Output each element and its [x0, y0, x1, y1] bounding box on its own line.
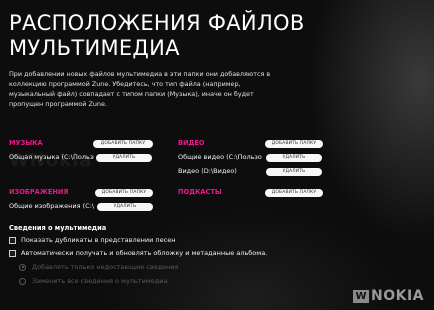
show-duplicates-label: Показать дубликаты в представлении песен	[21, 236, 176, 244]
images-section-title: ИЗОБРАЖЕНИЯ	[9, 188, 69, 196]
nokia-logo: W NOKIA	[353, 288, 424, 304]
auto-update-artwork-checkbox[interactable]	[9, 249, 16, 257]
video-folder-path-2: Видео (D:\Видео)	[178, 167, 237, 175]
add-missing-info-option[interactable]: Добавлять только недостающие сведения	[19, 262, 179, 272]
add-missing-info-radio[interactable]	[19, 263, 26, 271]
auto-update-artwork-option[interactable]: Автоматически получать и обновлять облож…	[9, 248, 267, 258]
music-folder-path: Общая музыка (C:\Пользо	[9, 153, 94, 161]
auto-update-artwork-label: Автоматически получать и обновлять облож…	[21, 249, 268, 257]
replace-all-info-label: Заменить все сведения о мультимедиа	[32, 277, 168, 285]
media-info-title: Сведения о мультимедиа	[9, 224, 107, 232]
add-missing-info-label: Добавлять только недостающие сведения	[32, 263, 179, 271]
show-duplicates-option[interactable]: Показать дубликаты в представлении песен	[9, 235, 175, 245]
logo-text: NOKIA	[370, 288, 424, 304]
images-remove-button[interactable]: УДАЛИТЬ	[97, 203, 153, 211]
page-title: РАСПОЛОЖЕНИЯ ФАЙЛОВ МУЛЬТИМЕДИА	[9, 11, 305, 60]
music-add-folder-button[interactable]: ДОБАВИТЬ ПАПКУ	[93, 140, 153, 148]
video-folder-path: Общие видео (C:\Пользо	[178, 153, 262, 161]
replace-all-info-radio[interactable]	[19, 277, 26, 285]
music-remove-button[interactable]: УДАЛИТЬ	[96, 154, 152, 162]
music-section-title: МУЗЫКА	[9, 139, 43, 147]
video-remove-button[interactable]: УДАЛИТЬ	[266, 154, 322, 162]
video-section-title: ВИДЕО	[178, 139, 205, 147]
podcasts-section-title: ПОДКАСТЫ	[178, 188, 222, 196]
logo-box: W	[353, 289, 369, 303]
images-add-folder-button[interactable]: ДОБАВИТЬ ПАПКУ	[95, 189, 153, 197]
video-remove-button-2[interactable]: УДАЛИТЬ	[266, 168, 322, 176]
images-folder-path: Общие изображения (C:\	[9, 202, 95, 210]
show-duplicates-checkbox[interactable]	[9, 236, 16, 244]
video-add-folder-button[interactable]: ДОБАВИТЬ ПАПКУ	[265, 140, 323, 148]
podcasts-add-folder-button[interactable]: ДОБАВИТЬ ПАПКУ	[265, 189, 323, 197]
replace-all-info-option[interactable]: Заменить все сведения о мультимедиа	[19, 276, 167, 286]
page-description: При добавлении новых файлов мультимедиа …	[9, 70, 271, 108]
